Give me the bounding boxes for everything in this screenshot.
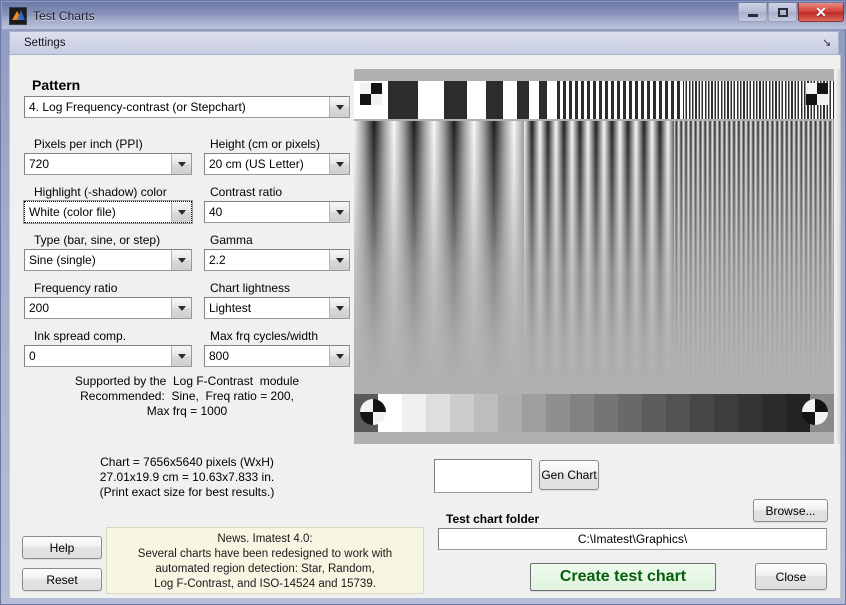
- title-bar: Test Charts ✕: [2, 2, 846, 29]
- height-value: 20 cm (US Letter): [209, 157, 304, 171]
- client-area: Pattern 4. Log Frequency-contrast (or St…: [9, 55, 841, 598]
- chevron-down-icon[interactable]: [329, 346, 349, 366]
- gamma-value: 2.2: [209, 253, 226, 267]
- label-gamma: Gamma: [210, 233, 253, 247]
- chart-bottom-margin: [354, 432, 834, 444]
- pixels-per-inch-dropdown[interactable]: 720: [24, 153, 192, 175]
- chevron-down-icon[interactable]: [171, 298, 191, 318]
- label-highlight-shadow-color: Highlight (-shadow) color: [34, 185, 167, 199]
- close-window-button[interactable]: ✕: [798, 3, 844, 22]
- menu-item-settings[interactable]: Settings: [16, 35, 74, 51]
- max-frq-cycles-width-value: 800: [209, 349, 230, 363]
- chart-vertical-scrollbar[interactable]: [835, 69, 840, 444]
- ink-spread-comp-dropdown[interactable]: 0: [24, 345, 192, 367]
- window-title: Test Charts: [33, 8, 95, 23]
- label-chart-lightness: Chart lightness: [210, 281, 291, 295]
- chevron-down-icon[interactable]: [329, 154, 349, 174]
- chevron-down-icon[interactable]: [171, 250, 191, 270]
- test-charts-window: Test Charts ✕ Settings ↘ Pattern 4. Log …: [0, 0, 846, 605]
- chevron-down-icon[interactable]: [329, 298, 349, 318]
- frequency-ratio-dropdown[interactable]: 200: [24, 297, 192, 319]
- chart-top-margin: [354, 69, 834, 81]
- pattern-dropdown[interactable]: 4. Log Frequency-contrast (or Stepchart): [24, 96, 350, 118]
- minimize-button[interactable]: [738, 3, 767, 22]
- gen-chart-input[interactable]: [434, 459, 532, 493]
- chart-preview-area: [354, 69, 840, 447]
- chevron-down-icon[interactable]: [329, 250, 349, 270]
- chart-lightness-value: Lightest: [209, 301, 252, 315]
- chevron-down-icon[interactable]: [329, 202, 349, 222]
- settings-panel: Pattern 4. Log Frequency-contrast (or St…: [10, 55, 424, 598]
- window-frame: Test Charts ✕ Settings ↘ Pattern 4. Log …: [0, 0, 846, 605]
- dock-arrow-icon[interactable]: ↘: [822, 38, 832, 49]
- contrast-ratio-value: 40: [209, 205, 223, 219]
- help-button[interactable]: Help: [22, 536, 102, 559]
- gamma-dropdown[interactable]: 2.2: [204, 249, 350, 271]
- gen-chart-button[interactable]: Gen Chart: [539, 460, 599, 490]
- reset-button[interactable]: Reset: [22, 568, 102, 591]
- pattern-dropdown-value: 4. Log Frequency-contrast (or Stepchart): [29, 100, 246, 114]
- chart-lightness-dropdown[interactable]: Lightest: [204, 297, 350, 319]
- label-pixels-per-inch: Pixels per inch (PPI): [34, 137, 143, 151]
- window-controls: ✕: [737, 3, 844, 25]
- registration-mark-bottom-right: [802, 399, 828, 425]
- maximize-icon: [777, 7, 788, 17]
- support-text: Supported by the Log F-Contrast module R…: [74, 374, 300, 418]
- label-ink-spread-comp: Ink spread comp.: [34, 329, 127, 343]
- minimize-icon: [747, 13, 758, 17]
- height-dropdown[interactable]: 20 cm (US Letter): [204, 153, 350, 175]
- registration-mark-bottom-left: [360, 399, 386, 425]
- pixels-per-inch-value: 720: [29, 157, 50, 171]
- menu-bar: Settings ↘: [9, 31, 839, 55]
- chevron-down-icon[interactable]: [171, 202, 191, 222]
- test-chart-folder-input[interactable]: C:\Imatest\Graphics\: [438, 528, 827, 550]
- create-test-chart-button[interactable]: Create test chart: [530, 563, 716, 591]
- browse-button[interactable]: Browse...: [753, 499, 828, 522]
- close-icon: ✕: [815, 4, 827, 20]
- registration-mark-top-left: [360, 83, 382, 105]
- highlight-shadow-color-dropdown[interactable]: White (color file): [23, 200, 193, 224]
- chart-preview-image[interactable]: [354, 69, 834, 444]
- type-value: Sine (single): [29, 253, 96, 267]
- chevron-down-icon[interactable]: [171, 154, 191, 174]
- label-frequency-ratio: Frequency ratio: [34, 281, 118, 295]
- frequency-ratio-value: 200: [29, 301, 50, 315]
- chart-info-text: Chart = 7656x5640 pixels (WxH) 27.01x19.…: [99, 455, 275, 499]
- maximize-button[interactable]: [768, 3, 797, 22]
- chevron-down-icon[interactable]: [329, 97, 349, 117]
- label-max-frq-cycles-width: Max frq cycles/width: [210, 329, 319, 343]
- registration-mark-top-right: [806, 83, 828, 105]
- label-contrast-ratio: Contrast ratio: [210, 185, 283, 199]
- max-frq-cycles-width-dropdown[interactable]: 800: [204, 345, 350, 367]
- test-chart-folder-label: Test chart folder: [446, 512, 540, 526]
- highlight-shadow-color-value: White (color file): [29, 205, 116, 219]
- contrast-ratio-dropdown[interactable]: 40: [204, 201, 350, 223]
- chart-contrast-fade: [354, 121, 834, 389]
- chevron-down-icon[interactable]: [171, 346, 191, 366]
- matlab-icon: [9, 6, 27, 25]
- close-button[interactable]: Close: [755, 563, 827, 590]
- pattern-section-title: Pattern: [32, 77, 81, 93]
- chart-grayscale-stepchart: [354, 394, 834, 432]
- type-dropdown[interactable]: Sine (single): [24, 249, 192, 271]
- label-type: Type (bar, sine, or step): [34, 233, 161, 247]
- ink-spread-comp-value: 0: [29, 349, 36, 363]
- label-height: Height (cm or pixels): [210, 137, 321, 151]
- news-panel: News. Imatest 4.0: Several charts have b…: [106, 527, 424, 594]
